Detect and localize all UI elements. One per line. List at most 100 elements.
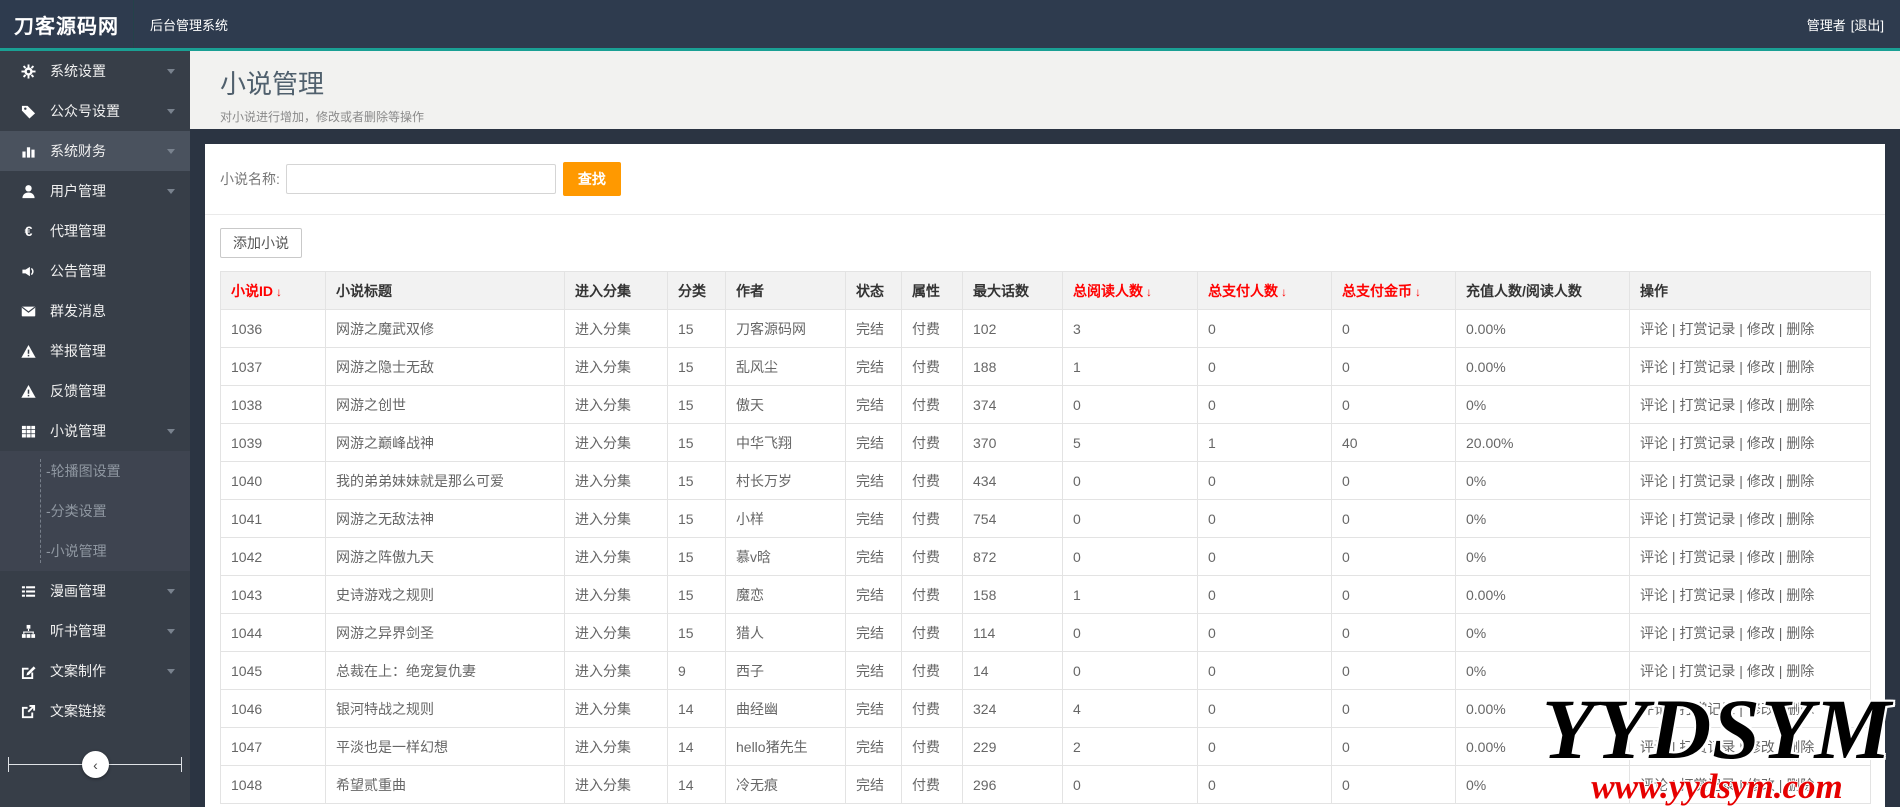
action-comment[interactable]: 评论 bbox=[1640, 625, 1668, 641]
search-input[interactable] bbox=[286, 164, 556, 194]
action-edit[interactable]: 修改 bbox=[1747, 777, 1775, 793]
action-delete[interactable]: 删除 bbox=[1786, 701, 1814, 717]
action-reward-log[interactable]: 打赏记录 bbox=[1679, 435, 1735, 451]
enter-volumes-link[interactable]: 进入分集 bbox=[575, 321, 631, 337]
column-header[interactable]: 总支付金币↓ bbox=[1332, 272, 1456, 310]
action-reward-log[interactable]: 打赏记录 bbox=[1679, 359, 1735, 375]
action-edit[interactable]: 修改 bbox=[1747, 663, 1775, 679]
action-edit[interactable]: 修改 bbox=[1747, 397, 1775, 413]
action-delete[interactable]: 删除 bbox=[1786, 321, 1814, 337]
action-comment[interactable]: 评论 bbox=[1640, 663, 1668, 679]
action-edit[interactable]: 修改 bbox=[1747, 435, 1775, 451]
enter-volumes-link[interactable]: 进入分集 bbox=[575, 511, 631, 527]
enter-volumes-link[interactable]: 进入分集 bbox=[575, 435, 631, 451]
action-reward-log[interactable]: 打赏记录 bbox=[1679, 473, 1735, 489]
sort-desc-icon: ↓ bbox=[1281, 285, 1287, 299]
sidebar-subitem[interactable]: -轮播图设置 bbox=[0, 451, 190, 491]
action-delete[interactable]: 删除 bbox=[1786, 777, 1814, 793]
enter-volumes-link[interactable]: 进入分集 bbox=[575, 473, 631, 489]
sidebar-item[interactable]: 文案链接 bbox=[0, 691, 190, 731]
action-comment[interactable]: 评论 bbox=[1640, 359, 1668, 375]
action-delete[interactable]: 删除 bbox=[1786, 663, 1814, 679]
category-cell: 15 bbox=[668, 500, 726, 538]
action-reward-log[interactable]: 打赏记录 bbox=[1679, 625, 1735, 641]
action-delete[interactable]: 删除 bbox=[1786, 397, 1814, 413]
enter-volumes-link[interactable]: 进入分集 bbox=[575, 359, 631, 375]
action-separator: | bbox=[1775, 663, 1786, 679]
total-readers-cell: 2 bbox=[1063, 728, 1198, 766]
bullhorn-icon bbox=[20, 263, 36, 279]
action-comment[interactable]: 评论 bbox=[1640, 435, 1668, 451]
action-comment[interactable]: 评论 bbox=[1640, 549, 1668, 565]
enter-volumes-link[interactable]: 进入分集 bbox=[575, 739, 631, 755]
action-edit[interactable]: 修改 bbox=[1747, 359, 1775, 375]
action-comment[interactable]: 评论 bbox=[1640, 511, 1668, 527]
action-separator: | bbox=[1735, 511, 1746, 527]
add-novel-button[interactable]: 添加小说 bbox=[220, 228, 302, 258]
sidebar-item[interactable]: 小说管理 bbox=[0, 411, 190, 451]
action-delete[interactable]: 删除 bbox=[1786, 511, 1814, 527]
action-edit[interactable]: 修改 bbox=[1747, 321, 1775, 337]
action-delete[interactable]: 删除 bbox=[1786, 625, 1814, 641]
action-delete[interactable]: 删除 bbox=[1786, 739, 1814, 755]
action-delete[interactable]: 删除 bbox=[1786, 435, 1814, 451]
sidebar-item[interactable]: 漫画管理 bbox=[0, 571, 190, 611]
action-edit[interactable]: 修改 bbox=[1747, 473, 1775, 489]
action-comment[interactable]: 评论 bbox=[1640, 473, 1668, 489]
enter-volumes-link[interactable]: 进入分集 bbox=[575, 397, 631, 413]
sidebar-collapse-control[interactable]: ‹ bbox=[0, 749, 190, 781]
search-button[interactable]: 查找 bbox=[563, 162, 621, 196]
action-edit[interactable]: 修改 bbox=[1747, 739, 1775, 755]
sidebar-item[interactable]: €代理管理 bbox=[0, 211, 190, 251]
enter-volumes-link[interactable]: 进入分集 bbox=[575, 625, 631, 641]
enter-volumes-link[interactable]: 进入分集 bbox=[575, 663, 631, 679]
action-reward-log[interactable]: 打赏记录 bbox=[1679, 321, 1735, 337]
action-edit[interactable]: 修改 bbox=[1747, 625, 1775, 641]
action-reward-log[interactable]: 打赏记录 bbox=[1679, 511, 1735, 527]
action-edit[interactable]: 修改 bbox=[1747, 511, 1775, 527]
action-reward-log[interactable]: 打赏记录 bbox=[1679, 739, 1735, 755]
column-header[interactable]: 小说ID↓ bbox=[221, 272, 326, 310]
action-delete[interactable]: 删除 bbox=[1786, 549, 1814, 565]
sidebar-menu: 系统设置公众号设置系统财务用户管理€代理管理公告管理群发消息举报管理反馈管理小说… bbox=[0, 51, 190, 731]
action-reward-log[interactable]: 打赏记录 bbox=[1679, 397, 1735, 413]
action-comment[interactable]: 评论 bbox=[1640, 587, 1668, 603]
action-delete[interactable]: 删除 bbox=[1786, 587, 1814, 603]
sidebar-item[interactable]: 系统设置 bbox=[0, 51, 190, 91]
enter-volumes-link[interactable]: 进入分集 bbox=[575, 549, 631, 565]
action-edit[interactable]: 修改 bbox=[1747, 549, 1775, 565]
sidebar-item[interactable]: 听书管理 bbox=[0, 611, 190, 651]
sidebar-item[interactable]: 群发消息 bbox=[0, 291, 190, 331]
action-delete[interactable]: 删除 bbox=[1786, 359, 1814, 375]
action-comment[interactable]: 评论 bbox=[1640, 739, 1668, 755]
sidebar-subitem[interactable]: -分类设置 bbox=[0, 491, 190, 531]
sidebar-item[interactable]: 反馈管理 bbox=[0, 371, 190, 411]
sidebar-item[interactable]: 文案制作 bbox=[0, 651, 190, 691]
search-label: 小说名称: bbox=[220, 169, 280, 189]
sidebar-item[interactable]: 系统财务 bbox=[0, 131, 190, 171]
enter-volumes-link[interactable]: 进入分集 bbox=[575, 777, 631, 793]
logout-link[interactable]: [退出] bbox=[1851, 15, 1884, 34]
action-comment[interactable]: 评论 bbox=[1640, 777, 1668, 793]
action-edit[interactable]: 修改 bbox=[1747, 587, 1775, 603]
enter-volumes-link[interactable]: 进入分集 bbox=[575, 701, 631, 717]
column-header[interactable]: 总支付人数↓ bbox=[1198, 272, 1332, 310]
action-reward-log[interactable]: 打赏记录 bbox=[1679, 549, 1735, 565]
action-comment[interactable]: 评论 bbox=[1640, 397, 1668, 413]
sidebar-item[interactable]: 用户管理 bbox=[0, 171, 190, 211]
sidebar-item[interactable]: 公告管理 bbox=[0, 251, 190, 291]
collapse-knob[interactable]: ‹ bbox=[82, 751, 109, 778]
action-reward-log[interactable]: 打赏记录 bbox=[1679, 777, 1735, 793]
enter-volumes-link[interactable]: 进入分集 bbox=[575, 587, 631, 603]
sidebar-item[interactable]: 举报管理 bbox=[0, 331, 190, 371]
column-header[interactable]: 总阅读人数↓ bbox=[1063, 272, 1198, 310]
action-delete[interactable]: 删除 bbox=[1786, 473, 1814, 489]
action-edit[interactable]: 修改 bbox=[1747, 701, 1775, 717]
sidebar-item[interactable]: 公众号设置 bbox=[0, 91, 190, 131]
action-comment[interactable]: 评论 bbox=[1640, 701, 1668, 717]
sidebar-subitem[interactable]: -小说管理 bbox=[0, 531, 190, 571]
action-comment[interactable]: 评论 bbox=[1640, 321, 1668, 337]
action-reward-log[interactable]: 打赏记录 bbox=[1679, 701, 1735, 717]
action-reward-log[interactable]: 打赏记录 bbox=[1679, 587, 1735, 603]
action-reward-log[interactable]: 打赏记录 bbox=[1679, 663, 1735, 679]
